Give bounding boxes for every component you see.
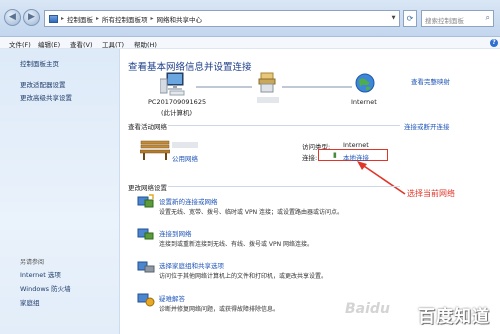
sidebar-item-homegroup[interactable]: 家庭组 <box>20 297 40 307</box>
search-placeholder: 搜索控制面板 <box>425 17 464 25</box>
new-connection-icon <box>137 194 154 208</box>
help-icon[interactable]: ? <box>490 39 498 47</box>
address-dropdown-button[interactable]: ▼ <box>388 10 400 27</box>
connect-disconnect-link[interactable]: 连接或断开连接 <box>404 121 450 131</box>
connect-network-icon <box>137 228 154 240</box>
annotation-text: 选择当前网络 <box>407 189 455 198</box>
menu-file[interactable]: 文件(F) <box>9 39 31 49</box>
breadcrumb-item[interactable]: 所有控制面板项 <box>102 14 148 24</box>
search-icon: ⌕ <box>485 13 490 22</box>
see-also-heading: 另请参阅 <box>20 259 45 266</box>
watermark-logo: 百度知道 <box>418 307 490 327</box>
task-title[interactable]: 疑难解答 <box>159 293 185 303</box>
search-input[interactable]: 搜索控制面板 ⌕ <box>421 10 494 27</box>
watermark-stamp: Baidu <box>345 301 390 317</box>
ethernet-icon: ▮ <box>333 151 337 159</box>
homegroup-icon <box>137 261 155 273</box>
troubleshoot-icon <box>137 293 155 307</box>
sidebar-item-adapter[interactable]: 更改适配器设置 <box>20 79 66 89</box>
change-settings-heading: 更改网络设置 <box>128 184 167 192</box>
computer-name: PC201709091625 <box>148 98 207 106</box>
back-button[interactable]: ◀ <box>4 9 21 26</box>
internet-globe-icon <box>355 73 375 93</box>
divider <box>168 186 400 187</box>
breadcrumb-item[interactable]: 网络和共享中心 <box>157 14 203 24</box>
task-desc: 设置无线、宽带、拨号、临时或 VPN 连接；或设置路由器或访问点。 <box>159 209 344 216</box>
sidebar-item-sharing[interactable]: 更改高级共享设置 <box>20 92 72 102</box>
divider <box>168 125 400 126</box>
menu-bar: 文件(F) 编辑(E) 查看(V) 工具(T) 帮助(H) <box>0 37 500 49</box>
connection-line <box>282 86 352 88</box>
blurred-network-name <box>257 97 279 103</box>
bench-icon <box>140 140 170 160</box>
address-bar[interactable]: ▸ 控制面板 ▸ 所有控制面板项 ▸ 网络和共享中心 <box>44 10 390 27</box>
sidebar-item-internet-options[interactable]: Internet 选项 <box>20 269 61 279</box>
address-toolbar: ◀ ▶ ▸ 控制面板 ▸ 所有控制面板项 ▸ 网络和共享中心 ▼ ⟳ 搜索控制面… <box>0 0 500 37</box>
router-icon <box>258 72 276 93</box>
computer-icon <box>160 72 185 96</box>
connection-line <box>196 86 252 88</box>
menu-view[interactable]: 查看(V) <box>70 39 93 49</box>
task-desc: 连接到或重新连接到无线、有线、拨号或 VPN 网络连接。 <box>159 241 314 248</box>
forward-button[interactable]: ▶ <box>23 9 40 26</box>
sidebar-item-firewall[interactable]: Windows 防火墙 <box>20 283 71 293</box>
refresh-button[interactable]: ⟳ <box>403 10 417 27</box>
blurred-network-name <box>172 142 198 148</box>
breadcrumb-item[interactable]: 控制面板 <box>67 14 93 24</box>
page-title: 查看基本网络信息并设置连接 <box>128 62 252 73</box>
menu-help[interactable]: 帮助(H) <box>134 39 157 49</box>
sidebar-item-home[interactable]: 控制面板主页 <box>20 58 59 68</box>
control-panel-icon <box>49 14 58 23</box>
view-full-map-link[interactable]: 查看完整映射 <box>411 76 450 86</box>
task-title[interactable]: 设置新的连接或网络 <box>159 196 218 206</box>
task-desc: 诊断并修复网络问题，或获得故障排除信息。 <box>159 306 280 313</box>
task-desc: 访问位于其他网络计算机上的文件和打印机，或更改共享设置。 <box>159 273 328 280</box>
connection-label: 连接: <box>302 154 318 162</box>
access-type-value: Internet <box>343 141 369 149</box>
watermark: 百度知道 <box>388 297 496 331</box>
network-type-link[interactable]: 公用网络 <box>172 153 198 163</box>
task-title[interactable]: 选择家庭组和共享选项 <box>159 260 224 270</box>
menu-edit[interactable]: 编辑(E) <box>38 39 60 49</box>
task-title[interactable]: 连接到网络 <box>159 228 192 238</box>
internet-label: Internet <box>351 98 377 106</box>
computer-sub: (此计算机) <box>161 109 193 117</box>
menu-tools[interactable]: 工具(T) <box>102 39 124 49</box>
annotation-arrow <box>357 161 406 195</box>
active-networks-heading: 查看活动网络 <box>128 123 167 131</box>
